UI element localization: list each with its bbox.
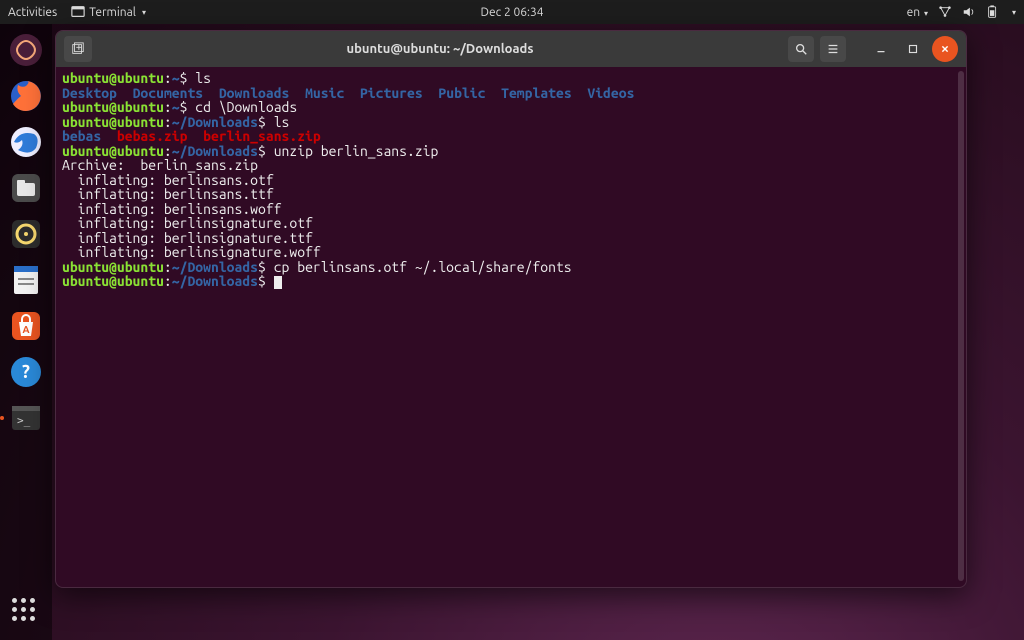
top-bar: Activities Terminal▾ Dec 2 06:34 en ▾ ▾ bbox=[0, 0, 1024, 24]
help-icon[interactable]: ? bbox=[6, 352, 46, 392]
show-apps-button[interactable] bbox=[12, 598, 40, 626]
libreoffice-icon[interactable] bbox=[6, 260, 46, 300]
terminal-body[interactable]: ubuntu@ubuntu:~$ ls Desktop Documents Do… bbox=[56, 67, 966, 587]
network-icon bbox=[938, 5, 952, 19]
scrollbar[interactable] bbox=[958, 71, 964, 581]
new-tab-button[interactable] bbox=[64, 36, 92, 62]
svg-text:A: A bbox=[22, 324, 29, 335]
thunderbird-icon[interactable] bbox=[6, 122, 46, 162]
clock[interactable]: Dec 2 06:34 bbox=[481, 6, 544, 19]
close-button[interactable] bbox=[932, 36, 958, 62]
activities-button[interactable]: Activities bbox=[8, 6, 57, 19]
software-icon[interactable]: A bbox=[6, 306, 46, 346]
trash-icon[interactable] bbox=[6, 30, 46, 70]
minimize-button[interactable] bbox=[868, 36, 894, 62]
svg-text:?: ? bbox=[22, 362, 30, 382]
dock: A ? >_ bbox=[0, 24, 52, 640]
hamburger-button[interactable] bbox=[820, 36, 846, 62]
titlebar[interactable]: ubuntu@ubuntu: ~/Downloads bbox=[56, 31, 966, 67]
app-menu[interactable]: Terminal▾ bbox=[71, 5, 146, 19]
volume-icon bbox=[962, 5, 976, 19]
system-menu[interactable]: en ▾ ▾ bbox=[907, 5, 1016, 19]
firefox-icon[interactable] bbox=[6, 76, 46, 116]
battery-icon bbox=[986, 5, 1000, 19]
terminal-icon[interactable]: >_ bbox=[6, 398, 46, 438]
terminal-window: ubuntu@ubuntu: ~/Downloads ubuntu@ubuntu… bbox=[55, 30, 967, 588]
search-button[interactable] bbox=[788, 36, 814, 62]
rhythmbox-icon[interactable] bbox=[6, 214, 46, 254]
input-source[interactable]: en ▾ bbox=[907, 6, 928, 19]
files-icon[interactable] bbox=[6, 168, 46, 208]
maximize-button[interactable] bbox=[900, 36, 926, 62]
svg-text:>_: >_ bbox=[17, 414, 31, 427]
window-title: ubuntu@ubuntu: ~/Downloads bbox=[98, 42, 782, 56]
